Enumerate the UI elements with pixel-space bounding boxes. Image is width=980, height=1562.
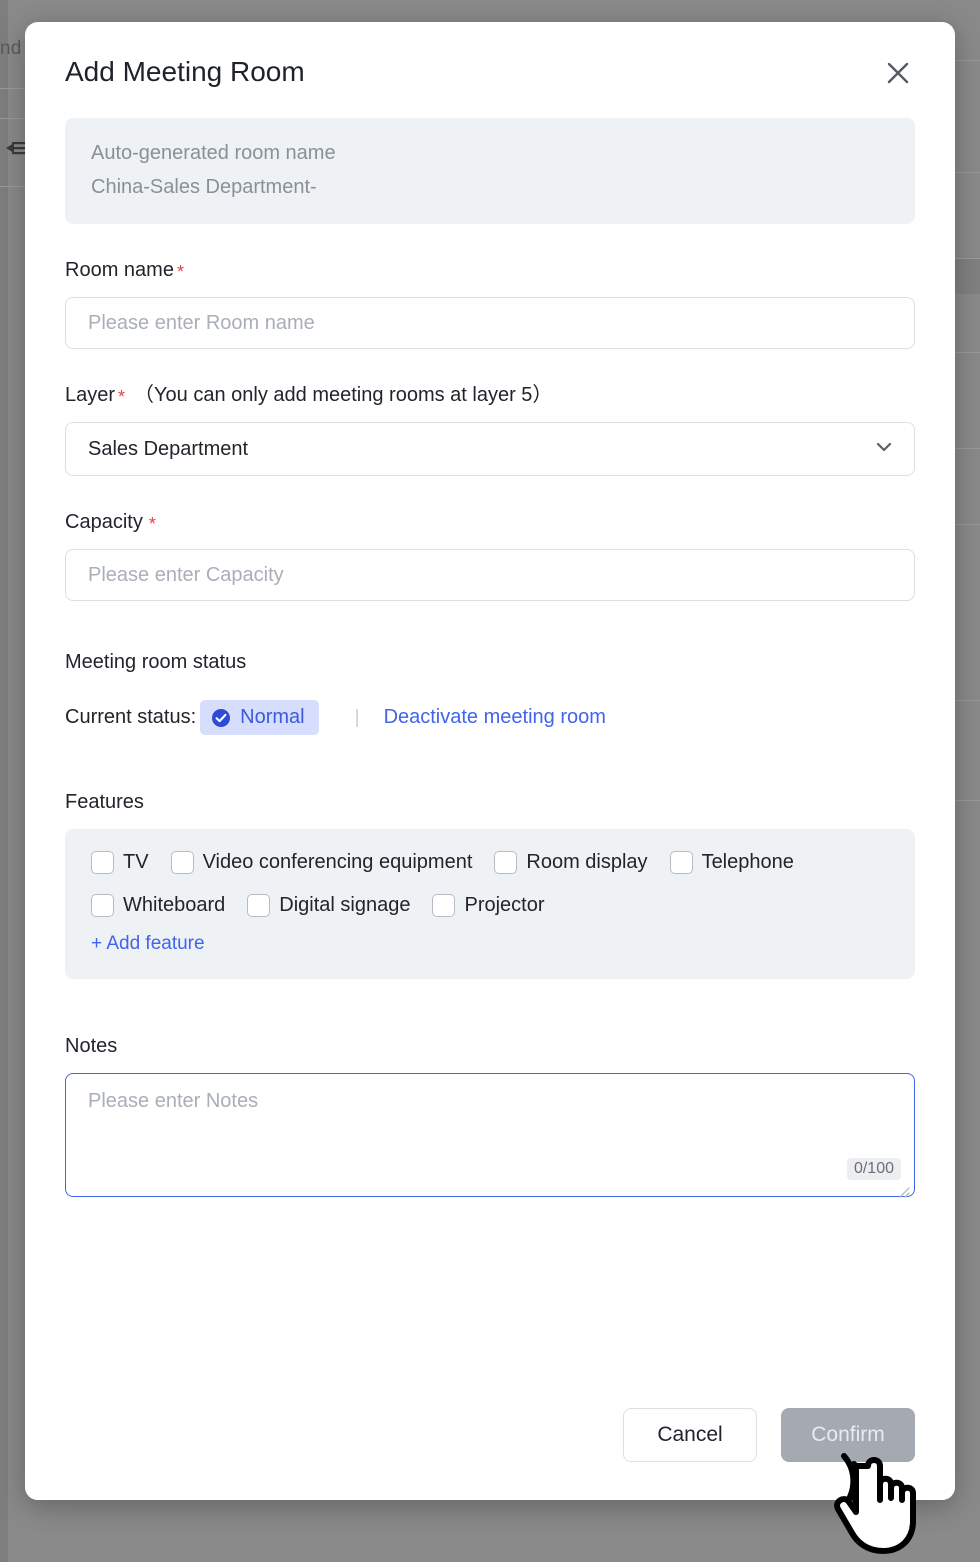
backdrop-sidebar-strip [0,0,8,1562]
status-badge: Normal [200,700,319,735]
feature-label: Digital signage [279,894,411,916]
deactivate-meeting-room-link[interactable]: Deactivate meeting room [384,706,606,729]
features-panel: TV Video conferencing equipment Room dis… [65,829,915,979]
feature-checkbox-tv[interactable]: TV [91,851,149,874]
feature-label: Projector [464,894,545,916]
current-status-row: Current status: Normal | Deactivate meet… [65,700,915,735]
capacity-field-group: Capacity * [65,510,915,601]
notes-field-group: Notes 0/100 [65,1035,915,1202]
capacity-input[interactable] [65,549,915,601]
backdrop-partial-text: nd [0,38,22,59]
meeting-room-status-label: Meeting room status [65,651,247,673]
dialog-body: Auto-generated room name China-Sales Dep… [25,118,955,1202]
status-badge-text: Normal [240,706,305,728]
required-marker: * [148,514,156,534]
feature-checkbox-whiteboard[interactable]: Whiteboard [91,894,225,917]
add-feature-link[interactable]: + Add feature [91,933,205,955]
dialog-header: Add Meeting Room [25,22,955,118]
layer-field-group: Layer * （You can only add meeting rooms a… [65,383,915,476]
room-name-input[interactable] [65,297,915,349]
feature-label: Room display [526,851,648,873]
close-icon[interactable] [877,52,919,94]
status-separator: | [354,706,360,728]
checkbox-icon[interactable] [91,851,114,874]
layer-hint: （You can only add meeting rooms at layer… [134,384,553,406]
checkbox-icon[interactable] [669,851,693,874]
confirm-button[interactable]: Confirm [781,1408,915,1462]
feature-checkbox-video-conferencing-equipment[interactable]: Video conferencing equipment [170,851,473,874]
feature-checkbox-digital-signage[interactable]: Digital signage [247,894,410,917]
features-row-1: TV Video conferencing equipment Room dis… [91,851,889,874]
feature-label: TV [123,851,149,873]
feature-label: Video conferencing equipment [202,851,473,873]
checkbox-icon[interactable] [247,894,271,917]
auto-generated-name-value: China-Sales Department- [91,176,317,198]
layer-select[interactable]: Sales Department [65,422,915,476]
feature-checkbox-telephone[interactable]: Telephone [669,851,794,874]
required-marker: * [176,262,184,282]
room-name-label: Room name * [65,258,915,282]
layer-label: Layer * （You can only add meeting rooms a… [65,383,915,407]
required-marker: * [118,387,126,407]
feature-checkbox-projector[interactable]: Projector [432,894,545,917]
auto-generated-name-box: Auto-generated room name China-Sales Dep… [65,118,915,224]
layer-label-text: Layer [65,384,116,406]
checkbox-icon[interactable] [91,894,114,917]
notes-textarea-wrap: 0/100 [65,1073,915,1202]
layer-select-wrap: Sales Department [65,422,915,476]
current-status-label: Current status: [65,706,197,728]
features-label: Features [65,791,144,813]
features-row-2: Whiteboard Digital signage Projector [91,894,889,917]
capacity-label: Capacity * [65,510,915,534]
notes-label: Notes [65,1035,118,1057]
checkbox-icon[interactable] [432,894,456,917]
room-name-label-text: Room name [65,259,174,281]
checkbox-icon[interactable] [170,851,194,874]
feature-label: Whiteboard [123,894,226,916]
capacity-label-text: Capacity [65,511,143,533]
layer-selected-value: Sales Department [88,437,249,460]
auto-generated-name-label: Auto-generated room name [91,142,336,164]
checkbox-icon[interactable] [494,851,518,874]
feature-checkbox-room-display[interactable]: Room display [494,851,648,874]
room-name-field-group: Room name * [65,258,915,349]
feature-label: Telephone [701,851,794,873]
add-meeting-room-dialog: Add Meeting Room Auto-generated room nam… [25,22,955,1500]
check-circle-icon [211,708,231,728]
notes-textarea[interactable] [65,1073,915,1197]
cancel-button[interactable]: Cancel [623,1408,757,1462]
dialog-title: Add Meeting Room [65,56,305,87]
dialog-footer: Cancel Confirm [25,1370,955,1500]
